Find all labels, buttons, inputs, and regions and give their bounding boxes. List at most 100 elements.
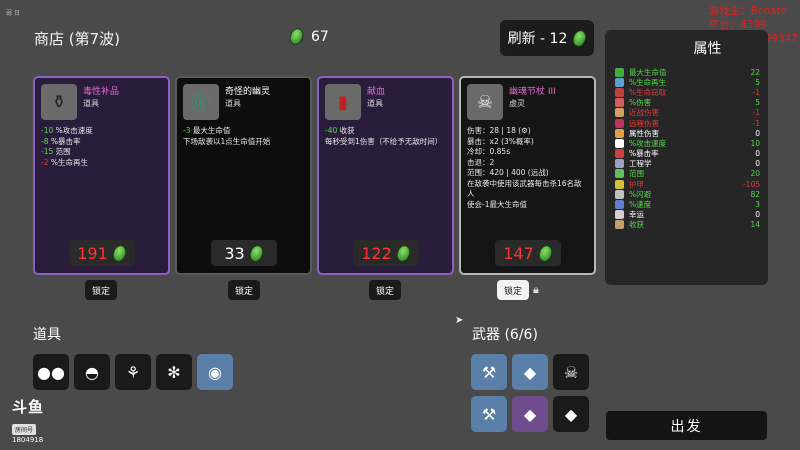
card-name: 幽魂节杖 III: [509, 87, 556, 97]
effect-line: -2 %生命再生: [41, 157, 88, 167]
stat-row: %闪避 82: [615, 189, 760, 199]
stat-value: -105: [742, 179, 760, 189]
weapons-grid: ⚒ ◆ ☠ ⚒ ◆ ◆: [471, 354, 595, 432]
egg-icon[interactable]: ◉: [197, 354, 233, 390]
potion-icon: ⚱: [41, 84, 77, 120]
stat-value: -1: [752, 108, 760, 118]
top-left-tag: 弱 日: [6, 10, 20, 17]
effect-line: 下场敌袭以1点生命值开始: [183, 136, 271, 146]
card-name: 奇怪的幽灵: [225, 87, 271, 97]
materials-value: 67: [311, 28, 329, 45]
stat-row: 最大生命值 22: [615, 67, 760, 77]
stat-icon: [615, 128, 624, 138]
stat-row: 工程学 0: [615, 159, 760, 169]
stat-row: 护甲 -105: [615, 179, 760, 189]
bee-icon[interactable]: ✻: [156, 354, 192, 390]
go-button[interactable]: 出发: [606, 411, 767, 440]
sprout-icon[interactable]: ⚘: [115, 354, 151, 390]
axe-weapon-icon[interactable]: ⚒: [471, 396, 507, 432]
lock-button-3[interactable]: 锁定: [369, 280, 401, 300]
effect-line: 击退：2: [467, 157, 495, 167]
shop-card-1[interactable]: ⚱ 毒性补品 道具 -10 %攻击速度 -8 %暴击率 -15 范围 -2 %生命再生…: [33, 76, 170, 275]
materials-counter: 67: [287, 26, 329, 47]
stat-value: 20: [750, 169, 760, 179]
stat-icon: [615, 210, 624, 220]
stat-value: 0: [755, 149, 760, 159]
room-id: 1804918: [12, 436, 44, 444]
effect-line: -10 %攻击速度: [41, 126, 93, 135]
stat-icon: [615, 77, 624, 87]
stat-icon: [615, 159, 624, 169]
stat-icon: [615, 98, 624, 108]
price-tag[interactable]: 122: [352, 240, 419, 266]
material-icon: [110, 242, 129, 264]
card-type: 道具: [225, 99, 241, 108]
stat-row: %伤害 5: [615, 98, 760, 108]
lock-button-1[interactable]: 锁定: [85, 280, 117, 300]
card-type: 道具: [367, 99, 383, 108]
logo-text: 斗鱼: [12, 398, 45, 416]
card-effects: -40 收获 每秒受到1伤害（不给予无敌时间）: [325, 126, 446, 147]
effect-line: 每秒受到1伤害（不给予无敌时间）: [325, 136, 443, 146]
stat-value: 10: [750, 138, 760, 148]
scepter-weapon-icon[interactable]: ☠: [553, 354, 589, 390]
effect-line: 在敌袭中使用该武器每击杀16名敌人: [467, 178, 582, 199]
stat-value: 0: [755, 128, 760, 138]
stat-value: 22: [750, 67, 760, 77]
effect-line: 伤害：28 | 18 (⚙): [467, 126, 531, 135]
lock-button-4[interactable]: 锁定: [497, 280, 529, 300]
stat-row: 幸运 0: [615, 210, 760, 220]
effect-line: -3 最大生命值: [183, 126, 231, 135]
stat-value: 0: [755, 210, 760, 220]
crystal-weapon-icon[interactable]: ◆: [512, 396, 548, 432]
stat-icon: [615, 220, 624, 230]
crystal-weapon-icon[interactable]: ◆: [512, 354, 548, 390]
shop-title: 商店 (第7波): [34, 30, 121, 48]
shop-card-2[interactable]: ௹ 奇怪的幽灵 道具 -3 最大生命值 下场敌袭以1点生命值开始 33: [175, 76, 312, 275]
material-icon: [394, 242, 413, 264]
card-name: 毒性补品: [83, 87, 120, 97]
reroll-button[interactable]: 刷新 - 12: [500, 20, 594, 56]
price-value: 191: [77, 243, 108, 263]
stat-row: %速度 3: [615, 199, 760, 210]
blood-bag-icon: ▮: [325, 84, 361, 120]
price-tag[interactable]: 33: [210, 240, 277, 266]
stat-row: %攻击速度 10: [615, 138, 760, 148]
stat-value: 0: [755, 159, 760, 169]
stat-icon: [615, 118, 624, 128]
cursor-icon: ➤: [455, 315, 464, 326]
shop-card-3[interactable]: ▮ 献血 道具 -40 收获 每秒受到1伤害（不给予无敌时间） 122: [317, 76, 454, 275]
shop-card-4[interactable]: ☠ 幽魂节杖 III 虚灵 伤害：28 | 18 (⚙) 暴击：x2 (3%概率)…: [459, 76, 596, 275]
stat-value: -1: [752, 118, 760, 128]
stat-row: 范围 20: [615, 169, 760, 179]
stat-icon: [615, 138, 624, 148]
price-tag[interactable]: 191: [68, 240, 135, 266]
card-effects: -3 最大生命值 下场敌袭以1点生命值开始: [183, 126, 304, 147]
effect-line: -40 收获: [325, 126, 355, 135]
stat-row: 属性伤害 0: [615, 128, 760, 138]
crystal-weapon-icon[interactable]: ◆: [553, 396, 589, 432]
stat-icon: [615, 169, 624, 179]
lock-button-2[interactable]: 锁定: [228, 280, 260, 300]
stat-icon: [615, 179, 624, 189]
goggles-icon[interactable]: ●●: [33, 354, 69, 390]
stat-icon: [615, 200, 624, 210]
weapons-title: 武器 (6/6): [472, 327, 538, 343]
stat-row: 远程伤害 -1: [615, 118, 760, 128]
card-type: 虚灵: [509, 99, 525, 108]
axe-weapon-icon[interactable]: ⚒: [471, 354, 507, 390]
stat-icon: [615, 189, 624, 199]
material-icon: [536, 242, 555, 264]
stat-value: -1: [752, 87, 760, 97]
stat-value: 5: [755, 98, 760, 108]
douyu-logo: 斗鱼 房间号 1804918: [12, 396, 44, 444]
price-tag[interactable]: 147: [494, 240, 561, 266]
stat-icon: [615, 87, 624, 97]
effect-line: -15 范围: [41, 147, 71, 156]
price-value: 122: [361, 243, 392, 263]
duck-icon[interactable]: ◓: [74, 354, 110, 390]
logo-sub: 房间号: [12, 424, 37, 435]
stat-value: 14: [750, 220, 760, 230]
stat-row: 收获 14: [615, 220, 760, 230]
stat-icon: [615, 67, 624, 77]
